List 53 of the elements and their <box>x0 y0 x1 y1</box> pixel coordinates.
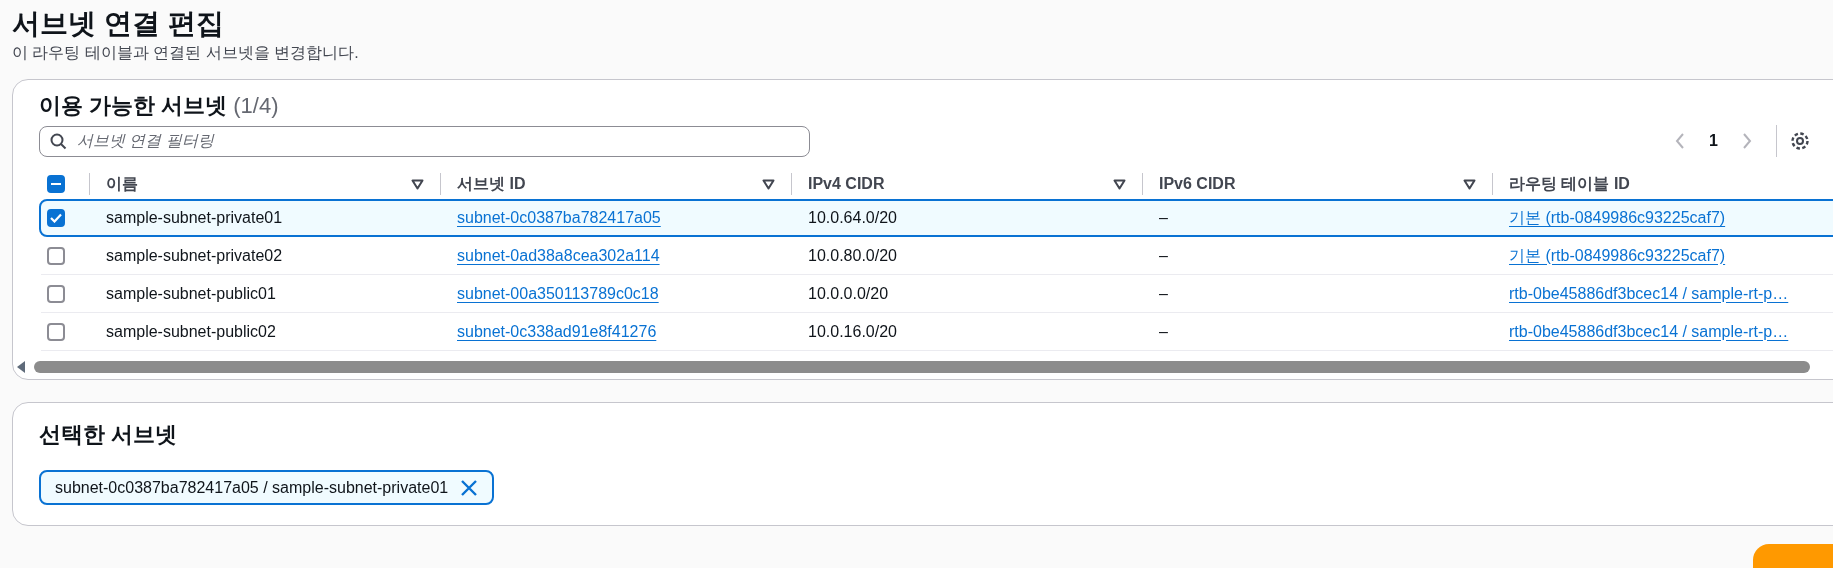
column-header[interactable]: 이름 <box>90 172 411 196</box>
selection-count: (1/4) <box>233 92 279 120</box>
table-cell: sample-subnet-public01 <box>106 284 276 302</box>
search-icon <box>50 132 67 150</box>
settings-icon[interactable] <box>1789 130 1811 152</box>
checkbox[interactable] <box>47 175 65 193</box>
column-header[interactable]: 라우팅 테이블 ID <box>1493 172 1833 196</box>
scroll-left-icon[interactable] <box>17 361 26 373</box>
table-cell: 10.0.80.0/20 <box>808 246 897 264</box>
scrollbar-thumb[interactable] <box>34 361 1810 373</box>
table-link[interactable]: 기본 (rtb-0849986c93225caf7) <box>1509 246 1726 264</box>
table-link[interactable]: subnet-00a350113789c0c18 <box>457 284 659 302</box>
table-cell: 10.0.0.0/20 <box>808 284 889 302</box>
search-field[interactable]: 서브넷 연결 필터링 <box>39 125 811 157</box>
table-cell: 10.0.64.0/20 <box>808 209 897 226</box>
section-title: 선택한 서브넷 <box>39 421 179 449</box>
table-link[interactable]: rtb-0be45886df3bcec14 / sample-rt-p… <box>1509 322 1789 340</box>
column-header[interactable]: 서브넷 ID <box>441 172 762 196</box>
sort-icon[interactable] <box>1463 178 1476 190</box>
minus-icon <box>51 183 61 185</box>
column-header[interactable]: IPv4 CIDR <box>792 172 1113 196</box>
checkbox[interactable] <box>47 322 65 341</box>
table-link[interactable]: subnet-0c338ad91e8f41276 <box>457 322 657 340</box>
token-label: subnet-0c0387ba782417a05 / sample-subnet-private01 <box>55 477 449 498</box>
checkbox[interactable] <box>47 209 65 227</box>
table-link[interactable]: subnet-0c0387ba782417a05 <box>457 209 661 226</box>
table-row[interactable]: sample-subnet-private02 subnet-0ad38a8cea302a114 10.0.80.0/20 – 기본 (rtb-0849986c93225caf7) <box>41 237 1833 275</box>
table-cell: sample-subnet-private01 <box>106 209 283 226</box>
table-cell: – <box>1159 322 1168 340</box>
table-cell: – <box>1159 209 1168 226</box>
sort-icon[interactable] <box>1113 178 1126 190</box>
page-description: 이 라우팅 테이블과 연결된 서브넷을 변경합니다. <box>12 43 360 63</box>
sort-icon[interactable] <box>762 178 775 190</box>
sort-icon[interactable] <box>411 178 424 190</box>
section-title: 이용 가능한 서브넷 <box>39 92 228 120</box>
table-cell: 10.0.16.0/20 <box>808 322 897 340</box>
checkbox[interactable] <box>47 246 65 265</box>
page-title: 서브넷 연결 편집 <box>12 7 225 41</box>
column-header[interactable]: IPv6 CIDR <box>1143 172 1463 196</box>
table-link[interactable]: 기본 (rtb-0849986c93225caf7) <box>1509 209 1726 226</box>
table-row[interactable]: sample-subnet-public02 subnet-0c338ad91e8f41276 10.0.16.0/20 – rtb-0be45886df3bcec14 / sample-rt-p… <box>41 313 1833 351</box>
table-cell: sample-subnet-public02 <box>106 322 276 340</box>
table-row[interactable]: sample-subnet-private01 subnet-0c0387ba782417a05 10.0.64.0/20 – 기본 (rtb-0849986c93225caf7) <box>39 199 1833 237</box>
table-link[interactable]: rtb-0be45886df3bcec14 / sample-rt-p… <box>1509 284 1789 302</box>
checkbox[interactable] <box>47 284 65 303</box>
check-icon <box>50 213 62 223</box>
table-cell: sample-subnet-private02 <box>106 246 283 264</box>
table-row[interactable]: sample-subnet-public01 subnet-00a350113789c0c18 10.0.0.0/20 – rtb-0be45886df3bcec14 / sample-rt-p… <box>41 275 1833 313</box>
table-cell: – <box>1159 246 1168 264</box>
table-link[interactable]: subnet-0ad38a8cea302a114 <box>457 246 660 264</box>
table-cell: – <box>1159 284 1168 302</box>
page-number[interactable]: 1 <box>1709 129 1718 153</box>
close-icon[interactable] <box>460 478 479 497</box>
